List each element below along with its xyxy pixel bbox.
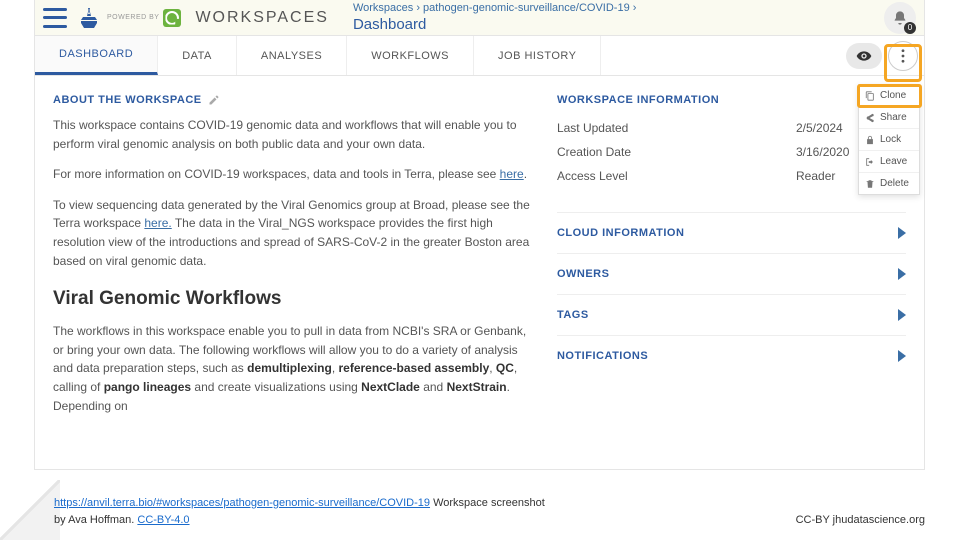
workspaces-brand: WORKSPACES	[195, 9, 329, 27]
caption-right: CC-BY jhudatascience.org	[796, 512, 925, 529]
leave-icon	[865, 157, 875, 167]
panel-tags[interactable]: TAGS	[557, 294, 906, 335]
page-curl-icon	[0, 480, 60, 540]
tab-workflows[interactable]: WORKFLOWS	[347, 36, 474, 75]
right-column: WORKSPACE INFORMATION Last Updated2/5/20…	[557, 94, 906, 469]
workflows-p1: The workflows in this workspace enable y…	[53, 322, 533, 415]
info-row: Creation Date3/16/2020	[557, 140, 906, 164]
topbar: POWERED BY WORKSPACES Workspaces › patho…	[35, 0, 924, 36]
notifications-button[interactable]: 0	[884, 2, 916, 34]
clone-icon	[865, 91, 875, 101]
dropdown-leave[interactable]: Leave	[859, 151, 919, 173]
share-icon	[865, 113, 875, 123]
trash-icon	[865, 179, 875, 189]
chevron-right-icon	[898, 350, 906, 362]
about-p1: This workspace contains COVID-19 genomic…	[53, 116, 533, 153]
slide-caption: https://anvil.terra.bio/#workspaces/path…	[54, 495, 925, 528]
eye-icon	[856, 48, 872, 64]
dropdown-lock[interactable]: Lock	[859, 129, 919, 151]
chevron-right-icon	[898, 309, 906, 321]
powered-by-label: POWERED BY	[107, 14, 159, 22]
breadcrumb-path[interactable]: Workspaces › pathogen-genomic-surveillan…	[353, 1, 636, 15]
about-title: ABOUT THE WORKSPACE	[53, 94, 533, 106]
tab-analyses[interactable]: ANALYSES	[237, 36, 347, 75]
bell-badge: 0	[904, 22, 916, 34]
breadcrumb-title: Dashboard	[353, 16, 426, 33]
left-column: ABOUT THE WORKSPACE This workspace conta…	[53, 94, 533, 469]
dropdown-share[interactable]: Share	[859, 107, 919, 129]
about-p3: To view sequencing data generated by the…	[53, 196, 533, 270]
panel-cloud-information[interactable]: CLOUD INFORMATION	[557, 212, 906, 253]
about-p2: For more information on COVID-19 workspa…	[53, 165, 533, 184]
workflows-heading: Viral Genomic Workflows	[53, 288, 533, 310]
edit-icon[interactable]	[208, 94, 220, 106]
panel-notifications[interactable]: NOTIFICATIONS	[557, 335, 906, 376]
here-link-1[interactable]: here	[500, 167, 524, 181]
info-row: Last Updated2/5/2024	[557, 116, 906, 140]
menu-icon[interactable]	[43, 8, 67, 28]
tab-job-history[interactable]: JOB HISTORY	[474, 36, 601, 75]
workspace-info-title: WORKSPACE INFORMATION	[557, 94, 906, 106]
lock-icon	[865, 135, 875, 145]
more-actions-button[interactable]	[888, 41, 918, 71]
tab-data[interactable]: DATA	[158, 36, 237, 75]
dropdown-delete[interactable]: Delete	[859, 173, 919, 194]
breadcrumb[interactable]: Workspaces › pathogen-genomic-surveillan…	[353, 1, 636, 35]
chevron-right-icon	[898, 268, 906, 280]
source-url-link[interactable]: https://anvil.terra.bio/#workspaces/path…	[54, 497, 430, 509]
dropdown-clone[interactable]: Clone	[859, 85, 919, 107]
chevron-right-icon	[898, 227, 906, 239]
tabbar: DASHBOARD DATA ANALYSES WORKFLOWS JOB HI…	[35, 36, 924, 76]
here-link-2[interactable]: here.	[144, 216, 171, 230]
kebab-icon	[901, 49, 905, 63]
content: ABOUT THE WORKSPACE This workspace conta…	[35, 76, 924, 469]
anvil-logo-icon	[77, 6, 101, 30]
terra-logo-icon	[163, 9, 181, 27]
panel-owners[interactable]: OWNERS	[557, 253, 906, 294]
tab-dashboard[interactable]: DASHBOARD	[35, 36, 158, 75]
info-row: Access LevelReader	[557, 164, 906, 188]
license-link[interactable]: CC-BY-4.0	[137, 514, 189, 526]
visibility-button[interactable]	[846, 43, 882, 69]
actions-dropdown: Clone Share Lock Leave Delete	[858, 84, 920, 195]
